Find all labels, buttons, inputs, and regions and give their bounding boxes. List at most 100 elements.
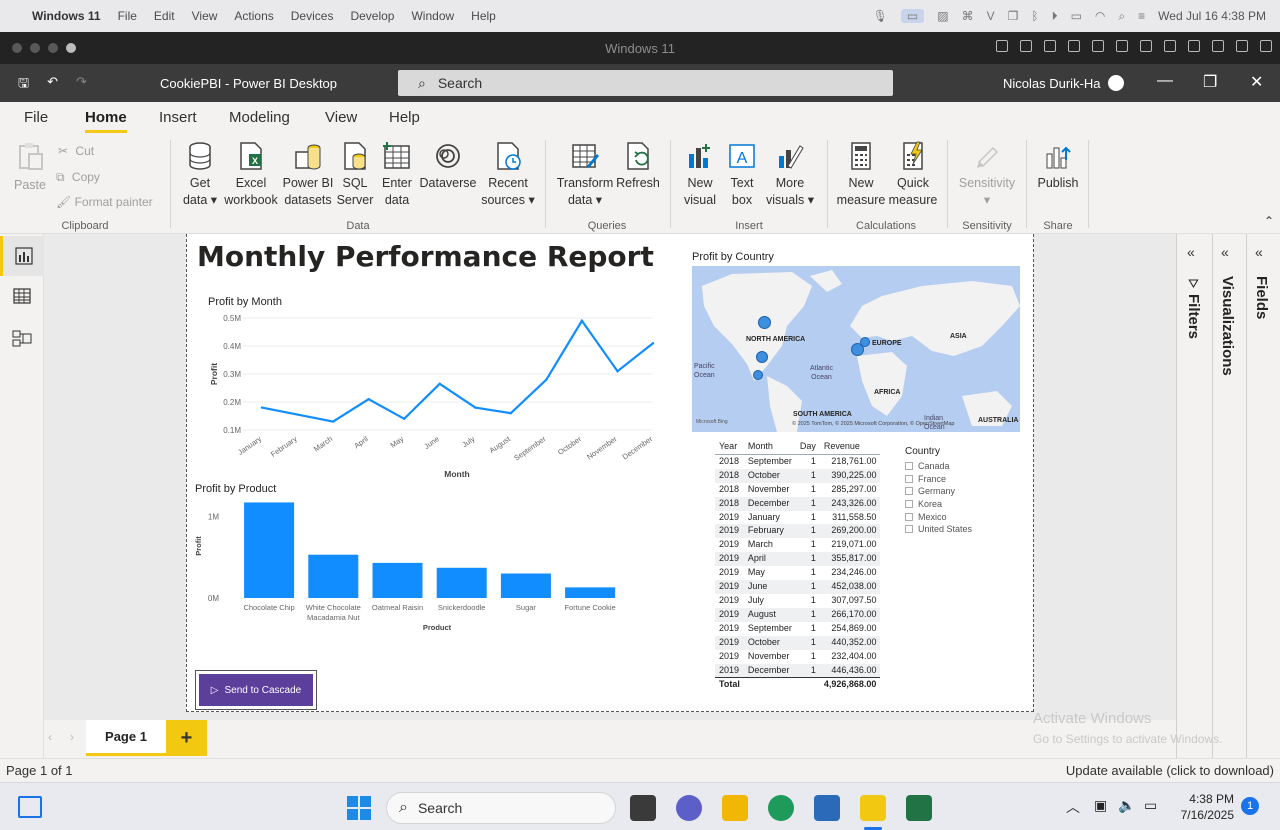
microphone-icon[interactable]: 🎙 xyxy=(873,9,888,23)
bar-chart[interactable]: 0M 1M Chocolate Chip White Chocolate Macadam… xyxy=(187,496,667,646)
table-row[interactable]: 2019 February 1 269,200.00 xyxy=(715,524,881,539)
slicer-option[interactable]: France xyxy=(905,473,972,486)
table-row[interactable]: 2019 October 1 440,352.00 xyxy=(715,635,881,650)
text-box-button[interactable]: A Text box xyxy=(724,134,760,209)
windows-start-icon[interactable] xyxy=(347,796,371,820)
table-row[interactable]: 2018 November 1 285,297.00 xyxy=(715,483,880,497)
avatar[interactable] xyxy=(1108,75,1124,91)
checkbox[interactable] xyxy=(905,500,913,509)
mac-menu-edit[interactable]: Edit xyxy=(154,9,175,23)
filters-pane[interactable]: « ⛛ Filters xyxy=(1176,234,1212,758)
minimize-icon[interactable]: — xyxy=(1157,72,1173,90)
mac-menu-devices[interactable]: Devices xyxy=(291,9,334,23)
sensitivity-button[interactable]: Sensitivity ▾ xyxy=(954,134,1020,209)
add-page-button[interactable]: + xyxy=(166,720,207,756)
revenue-table[interactable]: Year Month Day Revenue 2018 September 1 218… xyxy=(715,440,881,693)
taskbar-clock[interactable]: 4:38 PM 7/16/2025 xyxy=(1176,791,1234,823)
slicer-option[interactable]: Canada xyxy=(905,460,972,473)
desktop-icon[interactable] xyxy=(18,796,42,818)
table-row[interactable]: 2018 December 1 243,326.00 xyxy=(715,496,881,511)
power-bi-taskbar-icon[interactable] xyxy=(860,795,886,821)
file-explorer-icon[interactable] xyxy=(722,795,748,821)
table-row[interactable]: 2019 August 1 266,170.00 xyxy=(715,607,881,622)
map-bubble-united-states[interactable] xyxy=(756,351,768,363)
tab-help[interactable]: Help xyxy=(389,109,420,126)
task-view-icon[interactable] xyxy=(630,795,656,821)
format-painter-button[interactable]: 🖌 Format painter xyxy=(56,195,153,209)
back-icon[interactable] xyxy=(1236,40,1248,52)
slicer-option[interactable]: Mexico xyxy=(905,510,972,523)
tab-file[interactable]: File xyxy=(24,109,48,126)
update-available-link[interactable]: Update available (click to download) xyxy=(1066,763,1274,778)
model-view-button[interactable] xyxy=(0,318,44,358)
excel-workbook-button[interactable]: X Excel workbook xyxy=(222,134,280,209)
table-header-day[interactable]: Day xyxy=(796,440,820,454)
map-bubble-mexico[interactable] xyxy=(753,370,763,380)
table-row[interactable]: 2019 September 1 254,869.00 xyxy=(715,622,880,636)
quick-measure-button[interactable]: Quick measure xyxy=(888,134,938,209)
table-header-month[interactable]: Month xyxy=(744,440,796,454)
new-visual-button[interactable]: New visual xyxy=(680,134,720,209)
restore-icon[interactable]: ❐ xyxy=(1203,72,1217,92)
mac-menu-window[interactable]: Window xyxy=(411,9,454,23)
tab-view[interactable]: View xyxy=(325,109,357,126)
get-data-button[interactable]: Get data ▾ xyxy=(178,134,222,209)
checkbox[interactable] xyxy=(905,525,913,534)
battery-icon[interactable]: ▭ xyxy=(1071,9,1082,23)
window-icon[interactable]: ❐ xyxy=(1008,9,1019,23)
volume-icon[interactable]: 🔈 xyxy=(1118,797,1135,814)
redo-icon[interactable]: ↷ xyxy=(76,74,87,96)
prev-page-icon[interactable]: ‹ xyxy=(48,730,52,744)
report-view-button[interactable] xyxy=(0,236,44,276)
cpu-icon[interactable] xyxy=(1020,40,1032,52)
country-slicer[interactable]: Country Canada France Germany Korea Mexico Un… xyxy=(905,446,972,536)
edge-icon[interactable] xyxy=(768,795,794,821)
undo-icon[interactable]: ↶ xyxy=(47,74,58,96)
bluetooth-icon[interactable]: ᛒ xyxy=(1031,9,1038,23)
enter-data-button[interactable]: Enter data xyxy=(378,134,416,209)
network-icon[interactable]: ▣ xyxy=(1094,797,1107,814)
report-page[interactable]: Monthly Performance Report Profit by Mon… xyxy=(186,234,1034,712)
next-page-icon[interactable]: › xyxy=(70,730,74,744)
mac-menu-help[interactable]: Help xyxy=(471,9,496,23)
table-row[interactable]: 2019 May 1 234,246.00 xyxy=(715,566,880,580)
drive-icon[interactable] xyxy=(1140,40,1152,52)
user-name[interactable]: Nicolas Durik-Ha xyxy=(1003,76,1101,91)
expand-fields-icon[interactable]: « xyxy=(1255,244,1263,260)
page-tab-1[interactable]: Page 1 xyxy=(86,720,166,756)
dataverse-button[interactable]: Dataverse xyxy=(418,134,478,192)
notification-badge[interactable]: 1 xyxy=(1241,797,1259,815)
cut-button[interactable]: ✂ Cut xyxy=(58,144,94,158)
power-bi-datasets-button[interactable]: Power BI datasets xyxy=(280,134,336,209)
transform-data-button[interactable]: Transform data ▾ xyxy=(554,134,616,209)
speaker-icon[interactable] xyxy=(1092,40,1104,52)
camera-icon[interactable] xyxy=(1164,40,1176,52)
map-bubble-canada[interactable] xyxy=(758,316,771,329)
map-visual[interactable]: NORTH AMERICA EUROPE ASIA AFRICA SOUTH A… xyxy=(692,266,1020,432)
mac-menu-actions[interactable]: Actions xyxy=(234,9,273,23)
terminal-icon[interactable] xyxy=(1212,40,1224,52)
more-visuals-button[interactable]: More visuals ▾ xyxy=(762,134,818,209)
sql-server-button[interactable]: SQL Server xyxy=(336,134,374,209)
mic-icon[interactable] xyxy=(1116,40,1128,52)
network-icon[interactable] xyxy=(1068,40,1080,52)
gamepad-icon[interactable]: ⌘ xyxy=(962,9,974,23)
table-row[interactable]: 2019 June 1 452,038.00 xyxy=(715,580,881,594)
v-icon[interactable]: V xyxy=(987,9,995,23)
table-header-revenue[interactable]: Revenue xyxy=(820,440,881,454)
mac-menu-file[interactable]: File xyxy=(118,9,137,23)
send-to-cascade-button[interactable]: ▷ Send to Cascade xyxy=(195,670,317,710)
visualizations-pane[interactable]: « Visualizations xyxy=(1212,234,1246,758)
checkbox[interactable] xyxy=(905,462,913,471)
checkbox[interactable] xyxy=(905,512,913,521)
paste-button[interactable]: Paste xyxy=(8,134,52,194)
slicer-option[interactable]: Korea xyxy=(905,498,972,511)
refresh-button[interactable]: Refresh xyxy=(616,134,660,192)
tab-insert[interactable]: Insert xyxy=(159,109,197,126)
control-center-icon[interactable]: ≡ xyxy=(1138,9,1145,23)
search-box[interactable]: ⌕ Search xyxy=(398,70,893,96)
table-row[interactable]: 2019 January 1 311,558.50 xyxy=(715,511,880,525)
expand-filters-icon[interactable]: « xyxy=(1187,244,1195,260)
mac-datetime[interactable]: Wed Jul 16 4:38 PM xyxy=(1158,9,1266,23)
play-icon[interactable]: ⏵ xyxy=(1052,9,1058,24)
